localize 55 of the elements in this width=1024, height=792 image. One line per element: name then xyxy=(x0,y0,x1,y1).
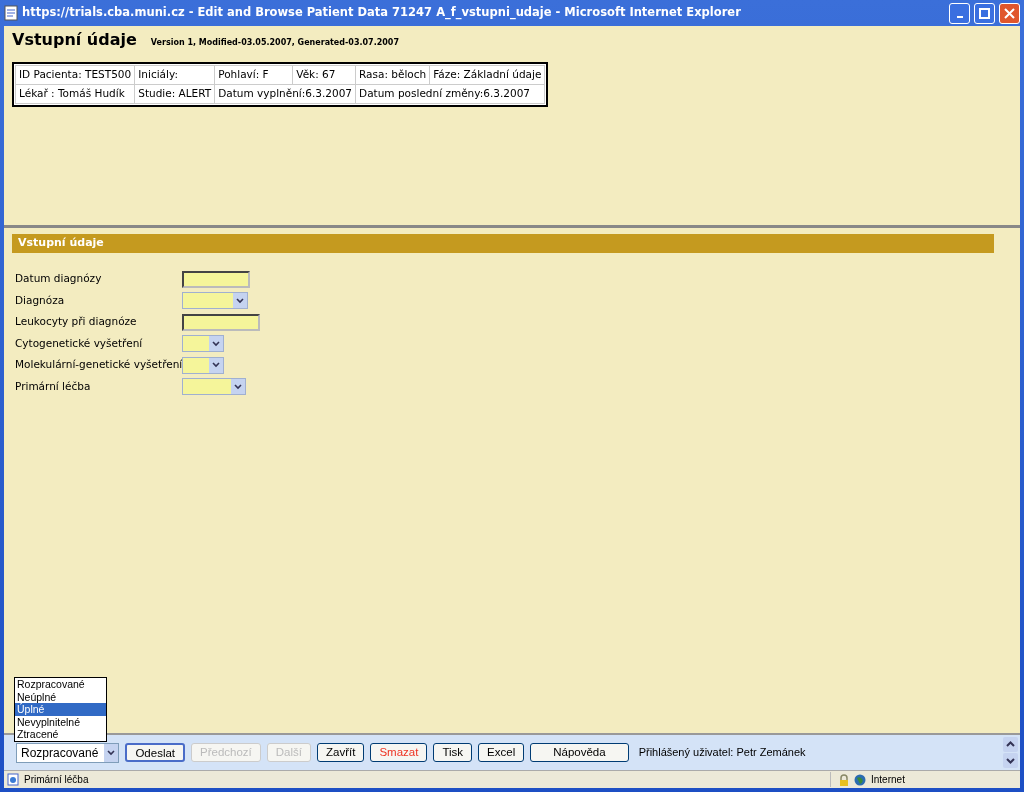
scroll-up-icon[interactable] xyxy=(1003,737,1018,752)
action-button[interactable]: Tisk xyxy=(433,743,473,762)
table-cell: Datum poslední změny:6.3.2007 xyxy=(355,84,545,103)
page-icon xyxy=(4,5,18,21)
table-cell: Rasa: běloch xyxy=(355,65,430,85)
zone-text: Internet xyxy=(871,773,905,787)
lock-icon xyxy=(839,773,849,786)
table-cell: Datum vyplnění:6.3.2007 xyxy=(214,84,356,103)
status-text: Primární léčba xyxy=(24,773,89,787)
close-button[interactable] xyxy=(999,2,1020,24)
table-cell: Lékař : Tomáš Hudík xyxy=(15,84,135,103)
caret-icon xyxy=(234,383,242,390)
table-cell: Fáze: Základní údaje xyxy=(429,65,545,85)
page-icon xyxy=(7,773,20,786)
table-cell: Věk: 67 xyxy=(292,65,356,85)
dropdown-option[interactable]: Ztracené xyxy=(15,728,106,741)
close-icon xyxy=(1004,7,1015,19)
action-button[interactable]: Nápověda xyxy=(530,743,629,762)
section-header: Vstupní údaje xyxy=(12,234,994,253)
field-label: Leukocyty při diagnóze xyxy=(14,314,138,330)
dropdown[interactable] xyxy=(182,356,224,374)
input-field[interactable] xyxy=(182,313,260,331)
action-button[interactable]: Zavřít xyxy=(317,743,365,762)
maximize-button[interactable] xyxy=(974,2,995,24)
window-title: https://trials.cba.muni.cz - Edit and Browse Patient Data 71247 A_f_vstupni_udaje - Microsoft Internet Explorer xyxy=(22,4,741,22)
status-dropdown[interactable]: Rozpracované xyxy=(16,742,120,763)
field-label: Cytogenetické vyšetření xyxy=(14,335,144,351)
dropdown-option[interactable]: Úplné xyxy=(15,703,106,716)
dropdown-option[interactable]: Rozpracované xyxy=(15,678,106,691)
action-button[interactable]: Smazat xyxy=(370,743,428,762)
user-text: Přihlášený uživatel: Petr Zemánek xyxy=(638,745,806,761)
action-button[interactable]: Odeslat xyxy=(125,743,186,762)
minimize-icon xyxy=(956,16,963,18)
version-text: Version 1, Modified-03.05.2007, Generated-03.07.2007 xyxy=(150,38,399,47)
caret-icon xyxy=(107,749,116,756)
field-label: Diagnóza xyxy=(14,292,66,308)
dropdown-option[interactable]: Nevyplnitelné xyxy=(15,715,106,729)
globe-icon xyxy=(854,773,866,786)
input-field[interactable] xyxy=(182,270,250,288)
page-title: Vstupní údaje xyxy=(12,30,137,49)
action-button[interactable]: Excel xyxy=(478,743,525,762)
minimize-button[interactable] xyxy=(949,2,970,24)
scroll-down-icon[interactable] xyxy=(1003,753,1018,768)
dropdown-option[interactable]: Neúplné xyxy=(15,690,106,704)
caret-icon xyxy=(212,340,220,347)
maximize-icon xyxy=(979,7,990,19)
table-cell: Studie: ALERT xyxy=(134,84,215,103)
table-cell: Iniciály: xyxy=(134,65,215,85)
table-cell: ID Pacienta: TEST500 xyxy=(15,65,135,85)
field-label: Molekulární-genetické vyšetření xyxy=(14,357,182,373)
field-label: Primární léčba xyxy=(14,378,92,394)
table-cell: Pohlaví: F xyxy=(214,65,293,85)
field-label: Datum diagnózy xyxy=(14,271,103,287)
caret-icon xyxy=(212,362,220,369)
caret-icon xyxy=(236,297,244,304)
